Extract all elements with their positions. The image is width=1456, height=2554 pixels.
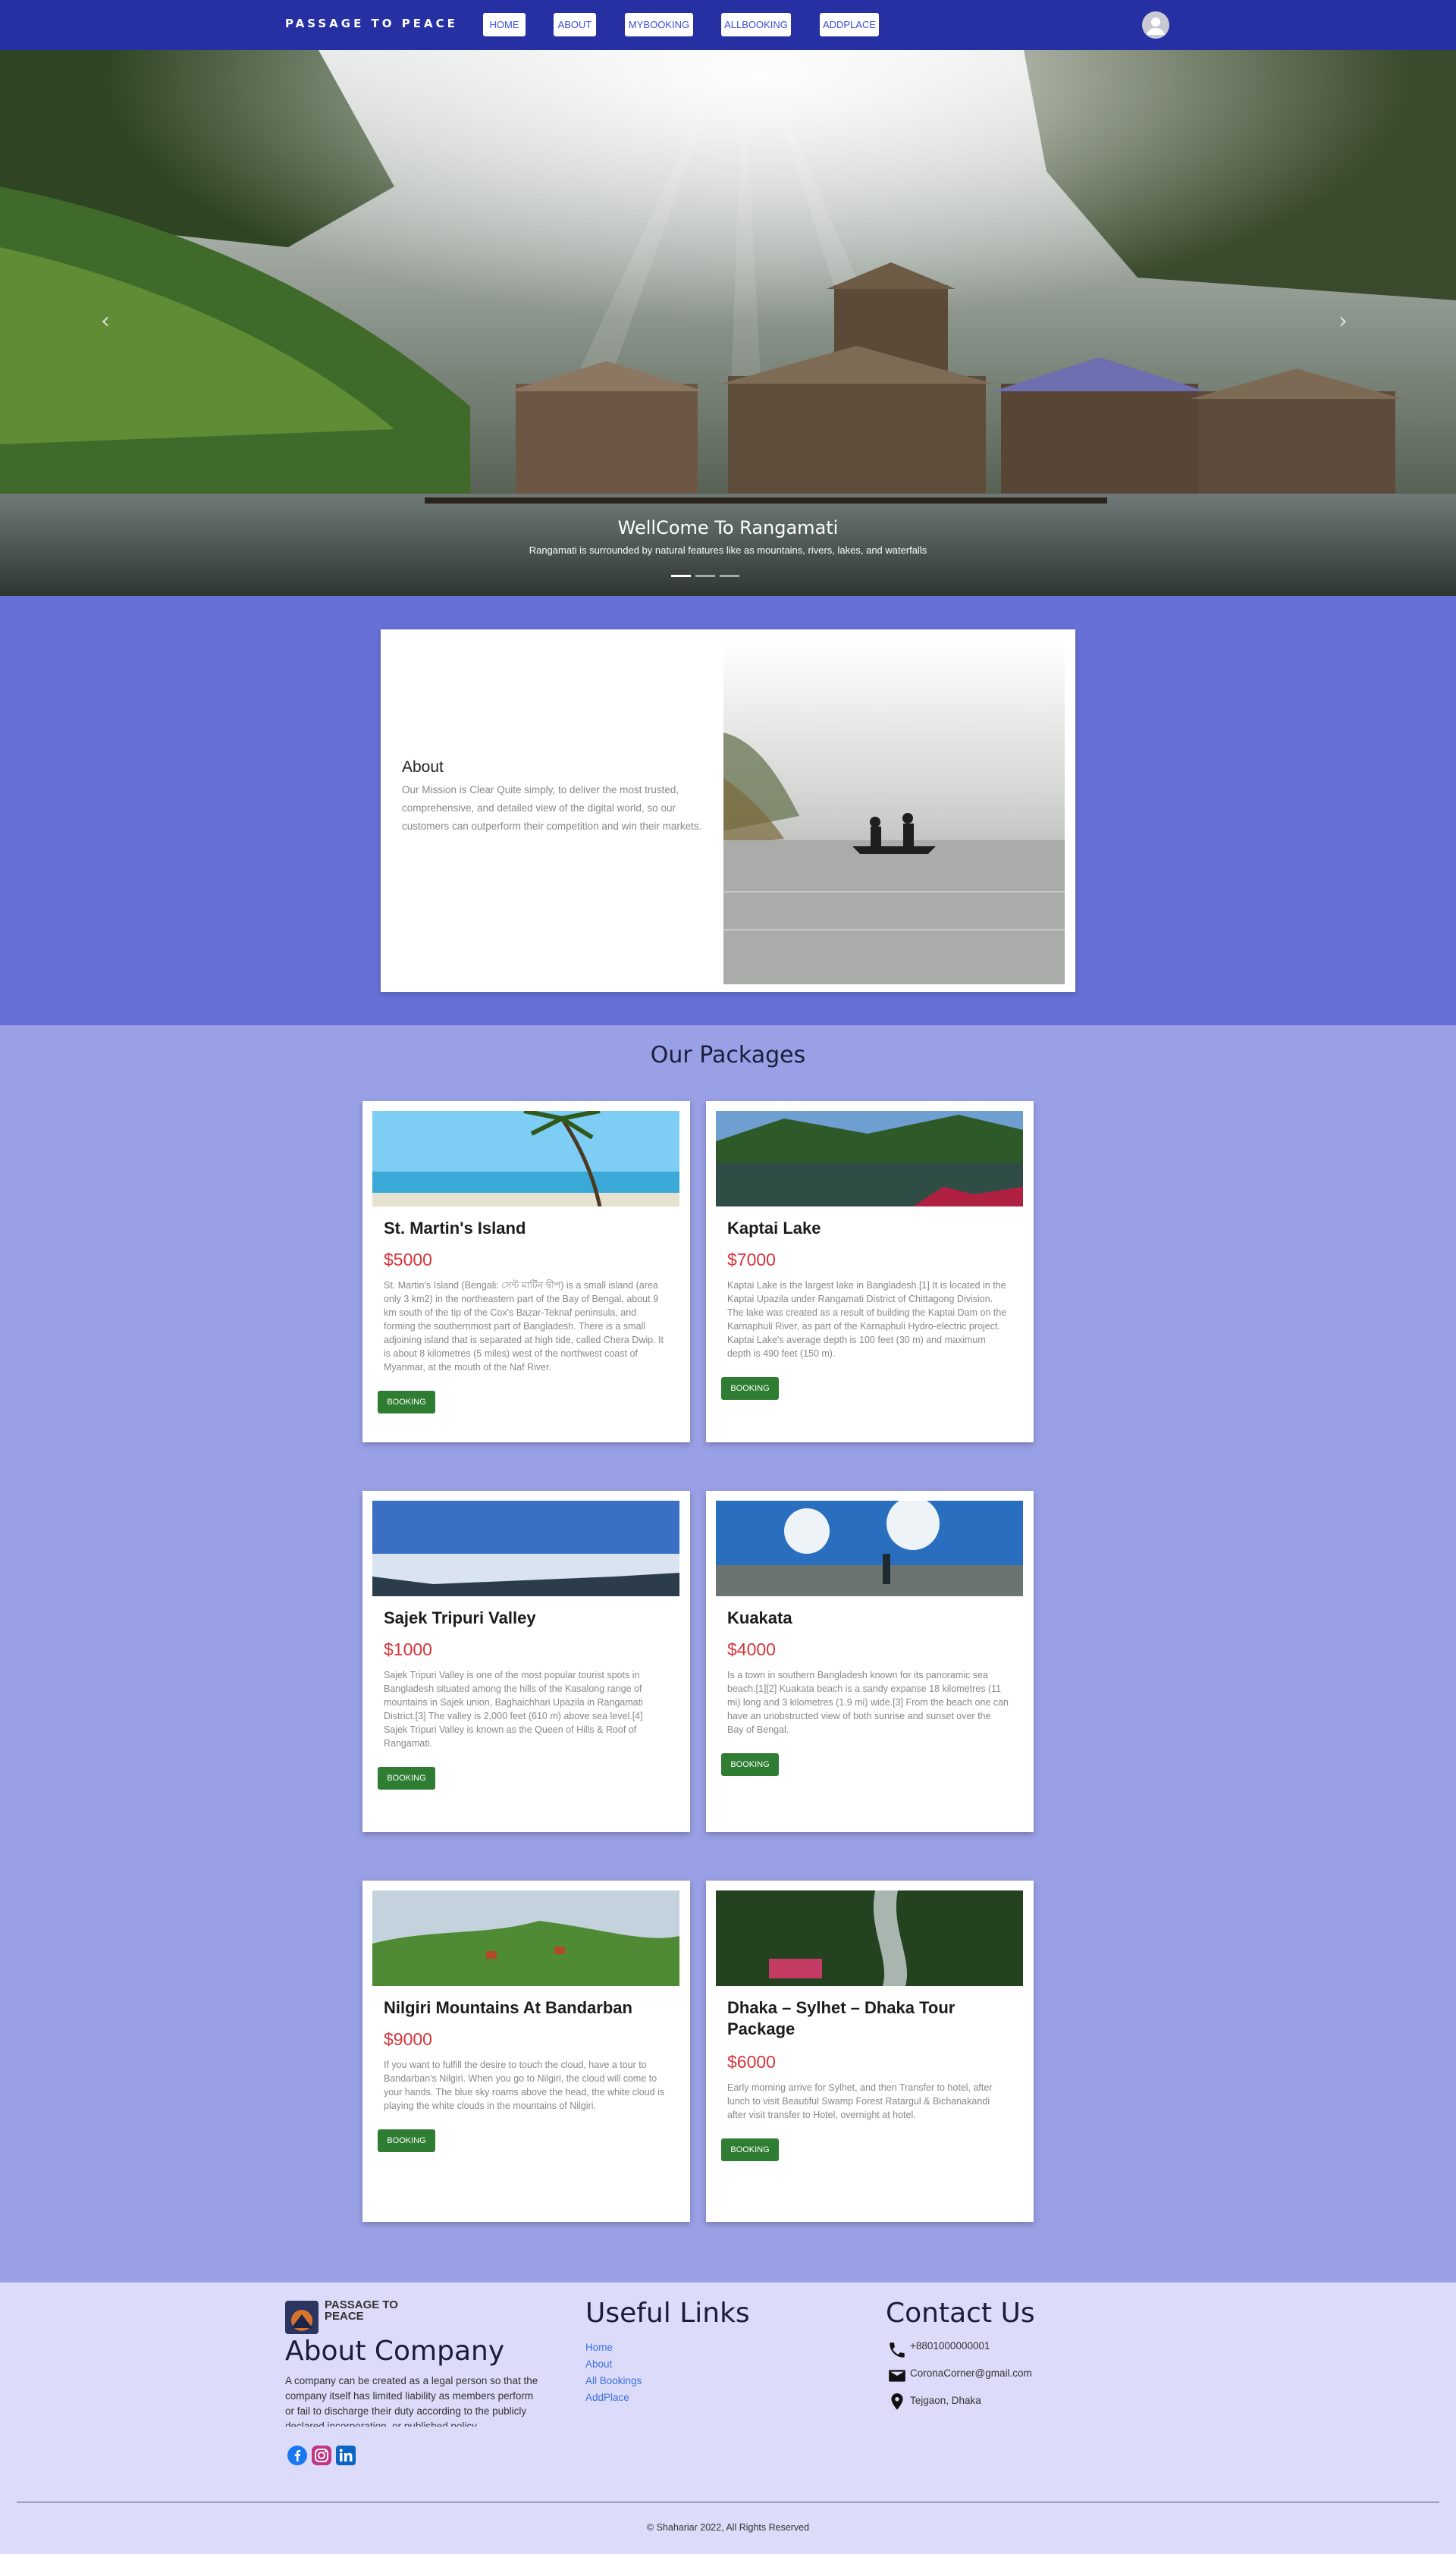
contact-address: Tejgaon, Dhaka bbox=[910, 2395, 981, 2406]
booking-button[interactable]: BOOKING bbox=[378, 1767, 435, 1790]
nav-home-button[interactable]: HOME bbox=[483, 13, 526, 36]
contact-phone: +8801000000001 bbox=[910, 2340, 990, 2352]
package-image bbox=[372, 1501, 679, 1596]
package-name: Sajek Tripuri Valley bbox=[384, 1608, 536, 1627]
user-avatar-icon[interactable] bbox=[1142, 11, 1169, 39]
about-company-heading: About Company bbox=[285, 2336, 505, 2367]
carousel-prev-button[interactable]: ‹ bbox=[101, 308, 110, 334]
booking-button[interactable]: BOOKING bbox=[378, 2129, 435, 2152]
contact-email: CoronaCorner@gmail.com bbox=[910, 2367, 1032, 2379]
package-description: Sajek Tripuri Valley is one of the most … bbox=[384, 1670, 643, 1749]
package-description: Kaptai Lake is the largest lake in Bangl… bbox=[727, 1280, 1007, 1359]
package-card: Kuakata $4000 Is a town in southern Bang… bbox=[706, 1491, 1034, 1832]
carousel-indicator[interactable] bbox=[671, 575, 691, 577]
about-text: Our Mission is Clear Quite simply, to de… bbox=[402, 784, 702, 832]
package-price: $6000 bbox=[727, 2052, 776, 2072]
packages-title: Our Packages bbox=[650, 1042, 806, 1068]
booking-button[interactable]: BOOKING bbox=[721, 1753, 779, 1776]
package-price: $5000 bbox=[384, 1250, 432, 1269]
package-card: Kaptai Lake $7000 Kaptai Lake is the lar… bbox=[706, 1101, 1034, 1442]
package-name: Dhaka – Sylhet – Dhaka Tour Package bbox=[727, 1998, 956, 2038]
package-name: Kaptai Lake bbox=[727, 1219, 821, 1238]
footer-link-addplace[interactable]: AddPlace bbox=[585, 2392, 629, 2403]
footer-link-home[interactable]: Home bbox=[585, 2342, 613, 2353]
package-description: St. Martin's Island (Bengali: সেন্ট মার্… bbox=[384, 1280, 664, 1373]
package-card: St. Martin's Island $5000 St. Martin's I… bbox=[362, 1101, 690, 1442]
carousel-indicators bbox=[671, 575, 739, 577]
brand-logo[interactable]: PASSAGE TO PEACE bbox=[285, 17, 458, 30]
package-description: Early morning arrive for Sylhet, and the… bbox=[727, 2082, 993, 2120]
about-company-text: A company can be created as a legal pers… bbox=[285, 2375, 538, 2427]
hero-title: WellCome To Rangamati bbox=[617, 517, 839, 538]
package-card: Dhaka – Sylhet – Dhaka Tour Package $600… bbox=[706, 1881, 1034, 2222]
footer-logo-text: PASSAGE TO PEACE bbox=[325, 2298, 398, 2323]
contact-us-heading: Contact Us bbox=[886, 2298, 1035, 2329]
hero-carousel: ‹ › WellCome To Rangamati Rangamati is s… bbox=[0, 50, 1456, 596]
location-icon bbox=[891, 2393, 903, 2410]
package-description: Is a town in southern Bangladesh known f… bbox=[727, 1670, 1009, 1735]
packages-section: Our Packages St. Martin's Island $5000 S… bbox=[0, 1025, 1456, 2283]
booking-button[interactable]: BOOKING bbox=[378, 1391, 435, 1413]
nav-mybooking-button[interactable]: MYBOOKING bbox=[625, 13, 693, 36]
carousel-indicator[interactable] bbox=[695, 575, 715, 577]
phone-icon bbox=[890, 2342, 905, 2358]
top-navbar: PASSAGE TO PEACE HOME ABOUT MYBOOKING AL… bbox=[0, 0, 1456, 50]
footer-link-about[interactable]: About bbox=[585, 2358, 612, 2370]
footer: PASSAGE TO PEACE About Company A company… bbox=[0, 2283, 1456, 2554]
package-name: Nilgiri Mountains At Bandarban bbox=[384, 1998, 632, 2017]
package-description: If you want to fulfill the desire to tou… bbox=[384, 2060, 665, 2111]
nav-about-button[interactable]: ABOUT bbox=[554, 13, 596, 36]
footer-logo-icon bbox=[285, 2301, 318, 2334]
package-image bbox=[716, 1111, 1023, 1206]
package-price: $1000 bbox=[384, 1639, 432, 1659]
instagram-icon[interactable] bbox=[311, 2445, 332, 2466]
footer-link-all-bookings[interactable]: All Bookings bbox=[585, 2375, 642, 2386]
about-card: About Our Mission is Clear Quite simply,… bbox=[381, 629, 1075, 992]
linkedin-icon[interactable] bbox=[335, 2445, 356, 2466]
about-heading: About bbox=[402, 758, 444, 776]
booking-button[interactable]: BOOKING bbox=[721, 1377, 779, 1400]
carousel-next-button[interactable]: › bbox=[1338, 308, 1348, 334]
package-image bbox=[716, 1890, 1023, 1986]
nav-allbooking-button[interactable]: ALLBOOKING bbox=[721, 13, 791, 36]
carousel-indicator[interactable] bbox=[720, 575, 739, 577]
package-card: Nilgiri Mountains At Bandarban $9000 If … bbox=[362, 1881, 690, 2222]
package-price: $7000 bbox=[727, 1250, 776, 1269]
package-image bbox=[372, 1890, 679, 1986]
nav-addplace-button[interactable]: ADDPLACE bbox=[820, 13, 879, 36]
booking-button[interactable]: BOOKING bbox=[721, 2138, 779, 2161]
package-price: $9000 bbox=[384, 2029, 432, 2049]
about-image bbox=[723, 642, 1065, 984]
package-price: $4000 bbox=[727, 1639, 776, 1659]
hero-subtitle: Rangamati is surrounded by natural featu… bbox=[529, 544, 927, 556]
email-icon bbox=[889, 2370, 905, 2382]
package-name: Kuakata bbox=[727, 1608, 792, 1627]
package-image bbox=[372, 1111, 679, 1206]
package-card: Sajek Tripuri Valley $1000 Sajek Tripuri… bbox=[362, 1491, 690, 1832]
facebook-icon[interactable] bbox=[287, 2445, 308, 2466]
package-image bbox=[716, 1501, 1023, 1596]
useful-links-heading: Useful Links bbox=[585, 2298, 750, 2329]
copyright-text: © Shahariar 2022, All Rights Reserved bbox=[646, 2522, 810, 2533]
package-name: St. Martin's Island bbox=[384, 1219, 526, 1238]
hero-image bbox=[0, 50, 1456, 596]
about-section: About Our Mission is Clear Quite simply,… bbox=[0, 596, 1456, 1025]
